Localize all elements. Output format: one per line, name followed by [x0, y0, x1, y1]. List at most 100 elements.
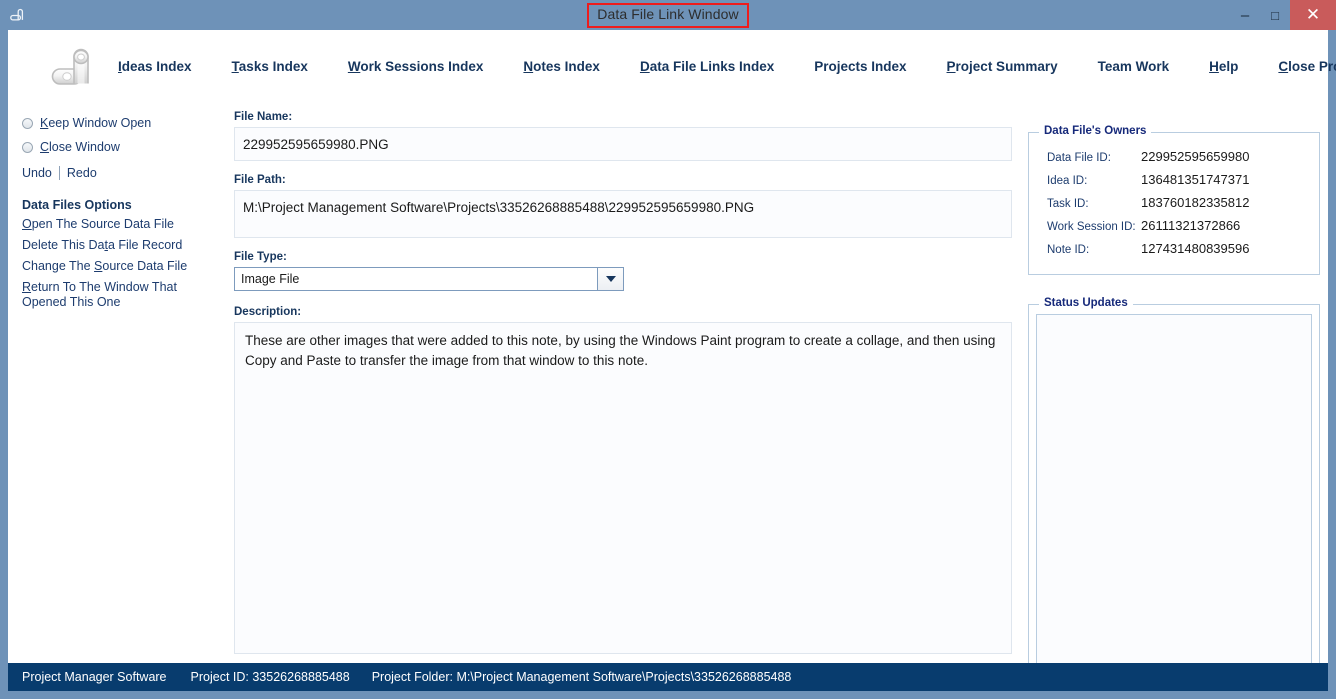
- nav-projects-index[interactable]: Projects Index: [814, 59, 906, 74]
- nav-label: lose Program: [1288, 58, 1336, 74]
- owner-value: 127431480839596: [1141, 241, 1250, 256]
- owner-row: Task ID: 183760182335812: [1029, 195, 1319, 218]
- nav-data-file-links-index[interactable]: Data File Links Index: [640, 59, 774, 74]
- radio-label-rest: lose Window: [49, 140, 120, 154]
- accelerator-char: t: [104, 238, 108, 252]
- owner-key: Note ID:: [1047, 244, 1090, 256]
- accelerator-char: C: [1278, 58, 1289, 74]
- file-type-label: File Type:: [234, 251, 287, 263]
- accelerator-char: O: [22, 217, 32, 231]
- window-right-edge: [1328, 30, 1336, 663]
- owner-value: 26111321372866: [1141, 218, 1241, 233]
- owners-rows: Data File ID: 229952595659980 Idea ID: 1364…: [1029, 149, 1319, 264]
- file-path-input[interactable]: M:\Project Management Software\Projects\…: [234, 190, 1012, 238]
- right-column: Data File's Owners Data File ID: 22995259…: [1024, 102, 1328, 672]
- owner-row: Idea ID: 136481351747371: [1029, 172, 1319, 195]
- status-bar: Project Manager Software Project ID: 335…: [8, 663, 1328, 691]
- sidebar-option-label: pen The Source Data File: [31, 217, 174, 231]
- status-updates-textarea[interactable]: [1036, 314, 1312, 664]
- sidebar-option-3[interactable]: Change The Source Data File: [22, 259, 202, 274]
- owner-key: Data File ID:: [1047, 152, 1111, 164]
- accelerator-char: R: [22, 280, 32, 294]
- window-title: Data File Link Window: [597, 5, 739, 22]
- status-project-id: Project ID: 33526268885488: [191, 670, 350, 684]
- nav-ideas-index[interactable]: Ideas Index: [118, 59, 192, 74]
- owner-key: Idea ID:: [1047, 175, 1088, 187]
- data-files-options-list: Open The Source Data File Delete This Dat…: [22, 217, 230, 310]
- sidebar-option-2[interactable]: Delete This Data File Record: [22, 238, 202, 253]
- accelerator-char: N: [523, 58, 534, 74]
- redo-link[interactable]: Redo: [67, 166, 97, 180]
- sidebar-option-1[interactable]: Open The Source Data File: [22, 217, 202, 232]
- app-window: Data File Link Window – □ ✕ Ideas Index …: [0, 0, 1336, 699]
- nav-close-program[interactable]: Close Program: [1278, 59, 1336, 74]
- radio-circle-icon[interactable]: [22, 117, 33, 129]
- file-path-label: File Path:: [234, 174, 286, 186]
- client-area: Ideas Index Tasks Index Work Sessions Inde…: [8, 30, 1336, 672]
- nav-label: ork Sessions Index: [360, 58, 484, 74]
- close-button[interactable]: ✕: [1290, 0, 1336, 30]
- sidebar-option-4[interactable]: Return To The Window That Opened This On…: [22, 280, 202, 310]
- nav-links: Ideas Index Tasks Index Work Sessions Inde…: [118, 30, 1336, 102]
- nav-label: deas Index: [121, 58, 192, 74]
- data-file-owners-legend: Data File's Owners: [1039, 125, 1152, 137]
- status-updates-panel: Status Updates: [1028, 297, 1320, 672]
- accelerator-char: W: [347, 58, 361, 74]
- sidebar-option-label: eturn To The Window That Opened This One: [22, 280, 177, 309]
- status-project-id-label: Project ID:: [190, 670, 249, 684]
- nav-label: elp: [1218, 58, 1239, 74]
- nav-notes-index[interactable]: Notes Index: [523, 59, 600, 74]
- description-textarea[interactable]: These are other images that were added t…: [234, 322, 1012, 654]
- nav-project-summary[interactable]: Project Summary: [947, 59, 1058, 74]
- title-bar: Data File Link Window – □ ✕: [0, 0, 1336, 30]
- nav-team-work[interactable]: Team Work: [1098, 59, 1170, 74]
- nav-label: roject Summary: [955, 58, 1058, 74]
- owner-key: Task ID:: [1047, 198, 1089, 210]
- undo-link[interactable]: Undo: [22, 166, 52, 180]
- status-updates-legend: Status Updates: [1039, 297, 1133, 309]
- status-app-name: Project Manager Software: [22, 670, 167, 684]
- nav-label: asks Index: [238, 58, 308, 74]
- chevron-down-icon[interactable]: [598, 267, 624, 291]
- sidebar-option-label: Delete This Data File Record: [22, 238, 183, 252]
- left-sidebar: Keep Window Open Close Window Undo Redo D…: [8, 102, 230, 663]
- status-project-folder: Project Folder: M:\Project Management So…: [372, 670, 792, 684]
- owner-row: Note ID: 127431480839596: [1029, 241, 1319, 264]
- accelerator-char: C: [40, 140, 50, 154]
- status-project-folder-value: M:\Project Management Software\Projects\…: [456, 670, 792, 684]
- nav-help[interactable]: Help: [1209, 59, 1238, 74]
- file-name-label: File Name:: [234, 111, 293, 123]
- nav-label: Team Work: [1097, 58, 1170, 74]
- accelerator-char: T: [231, 58, 239, 74]
- top-navigation-bar: Ideas Index Tasks Index Work Sessions Inde…: [8, 30, 1336, 102]
- minimize-button[interactable]: –: [1230, 0, 1260, 30]
- file-type-select[interactable]: Image File: [234, 267, 598, 291]
- nav-label: ata File Links Index: [649, 58, 775, 74]
- radio-circle-icon[interactable]: [22, 141, 33, 153]
- maximize-button[interactable]: □: [1260, 0, 1290, 30]
- radio-label: Close Window: [40, 140, 120, 154]
- owner-value: 229952595659980: [1141, 149, 1250, 164]
- owner-row: Work Session ID: 26111321372866: [1029, 218, 1319, 241]
- app-logo-icon: [42, 37, 104, 97]
- owner-row: Data File ID: 229952595659980: [1029, 149, 1319, 172]
- nav-work-sessions-index[interactable]: Work Sessions Index: [348, 59, 484, 74]
- sidebar-option-label: Change The Source Data File: [22, 259, 188, 273]
- owner-value: 136481351747371: [1141, 172, 1250, 187]
- description-text: These are other images that were added t…: [245, 333, 996, 368]
- file-name-input[interactable]: 229952595659980.PNG: [234, 127, 1012, 161]
- file-type-select-wrap: Image File: [234, 267, 624, 291]
- nav-tasks-index[interactable]: Tasks Index: [232, 59, 308, 74]
- undo-redo-row: Undo Redo: [22, 166, 230, 180]
- accelerator-char: H: [1209, 58, 1219, 74]
- radio-option-1[interactable]: Keep Window Open: [22, 112, 230, 134]
- accelerator-char: D: [639, 58, 650, 74]
- data-file-owners-panel: Data File's Owners Data File ID: 22995259…: [1028, 125, 1320, 275]
- radio-label-rest: eep Window Open: [48, 116, 152, 130]
- owner-value: 183760182335812: [1141, 195, 1250, 210]
- main-form: File Name: 229952595659980.PNG File Path…: [230, 102, 1024, 663]
- status-project-id-value: 33526268885488: [252, 670, 350, 684]
- radio-option-2[interactable]: Close Window: [22, 136, 230, 158]
- status-project-folder-label: Project Folder:: [371, 670, 453, 684]
- owner-key: Work Session ID:: [1047, 221, 1136, 233]
